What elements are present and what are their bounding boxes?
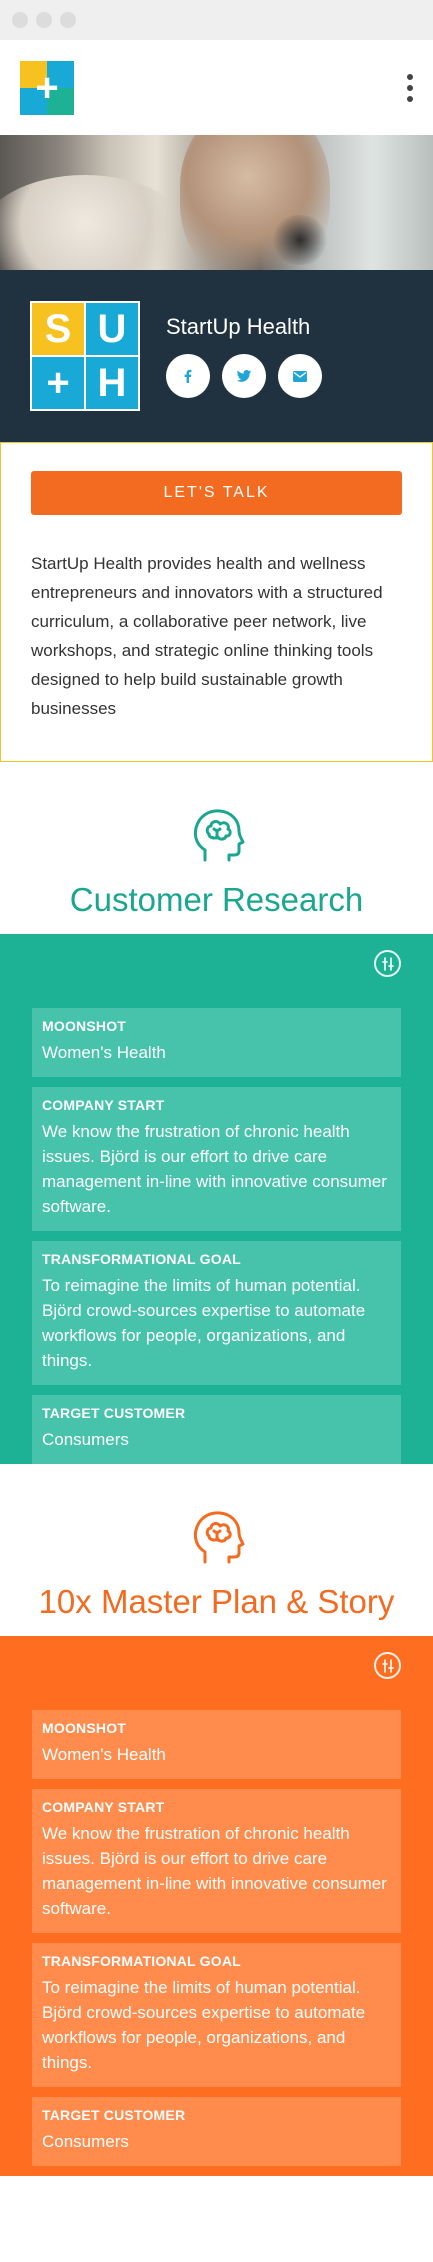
window-dot <box>12 12 28 28</box>
company-profile: S U + H StartUp Health <box>0 270 433 442</box>
card-label: TRANSFORMATIONAL GOAL <box>42 1251 241 1267</box>
card-label: TRANSFORMATIONAL GOAL <box>42 1953 241 1969</box>
hero-image <box>0 135 433 270</box>
facebook-button[interactable] <box>166 354 210 398</box>
app-screen: + S U + H StartUp Health LET'S TALK Star… <box>0 40 433 2262</box>
company-name: StartUp Health <box>166 314 311 339</box>
company-start-card: COMPANY START We know the frustration of… <box>32 1789 401 1933</box>
card-value: Consumers <box>42 1430 129 1449</box>
email-icon <box>293 370 307 382</box>
top-bar: + <box>0 40 433 135</box>
moonshot-card: MOONSHOT Women's Health <box>32 1710 401 1779</box>
lets-talk-button[interactable]: LET'S TALK <box>31 471 402 515</box>
transformational-goal-card: TRANSFORMATIONAL GOAL To reimagine the l… <box>32 1943 401 2087</box>
card-value: Women's Health <box>42 1043 166 1062</box>
company-logo: S U + H <box>30 301 140 411</box>
brain-head-icon <box>193 1511 244 1564</box>
card-value: We know the frustration of chronic healt… <box>42 1122 387 1216</box>
email-button[interactable] <box>278 354 322 398</box>
window-dot <box>60 12 76 28</box>
target-customer-card: TARGET CUSTOMER Consumers <box>32 2097 401 2166</box>
card-value: Women's Health <box>42 1745 166 1764</box>
facebook-icon <box>184 369 192 383</box>
card-value: Consumers <box>42 2132 129 2151</box>
brain-head-icon <box>193 809 244 862</box>
customer-research-panel: MOONSHOT Women's Health COMPANY START We… <box>0 934 433 1464</box>
card-label: COMPANY START <box>42 1097 165 1113</box>
sliders-icon <box>381 956 394 971</box>
section-title: Customer Research <box>69 881 364 918</box>
master-plan-panel: MOONSHOT Women's Health COMPANY START We… <box>0 1636 433 2176</box>
adjust-toggle-button[interactable] <box>374 950 401 977</box>
logo-letter: H <box>86 357 138 409</box>
plus-icon: + <box>35 65 59 110</box>
card-label: MOONSHOT <box>42 1720 127 1736</box>
adjust-toggle-button[interactable] <box>374 1652 401 1679</box>
card-value: We know the frustration of chronic healt… <box>42 1824 387 1918</box>
moonshot-card: MOONSHOT Women's Health <box>32 1008 401 1077</box>
app-logo[interactable]: + <box>20 60 74 115</box>
company-description: StartUp Health provides health and welln… <box>31 554 383 718</box>
intro-section: LET'S TALK StartUp Health provides healt… <box>0 442 433 762</box>
sliders-icon <box>381 1658 394 1673</box>
logo-letter: U <box>86 303 138 355</box>
card-label: MOONSHOT <box>42 1018 127 1034</box>
card-label: TARGET CUSTOMER <box>42 1405 186 1421</box>
card-value: To reimagine the limits of human potenti… <box>42 1276 366 1370</box>
browser-chrome <box>0 0 433 40</box>
twitter-button[interactable] <box>222 354 266 398</box>
card-value: To reimagine the limits of human potenti… <box>42 1978 366 2072</box>
kebab-menu-icon[interactable] <box>405 74 415 102</box>
company-start-card: COMPANY START We know the frustration of… <box>32 1087 401 1231</box>
logo-letter: + <box>32 357 84 409</box>
master-plan-header: 10x Master Plan & Story <box>0 1464 433 1636</box>
card-label: COMPANY START <box>42 1799 165 1815</box>
transformational-goal-card: TRANSFORMATIONAL GOAL To reimagine the l… <box>32 1241 401 1385</box>
social-links <box>166 354 322 398</box>
customer-research-header: Customer Research <box>0 762 433 934</box>
twitter-icon <box>237 370 251 382</box>
section-title: 10x Master Plan & Story <box>38 1583 395 1620</box>
window-dot <box>36 12 52 28</box>
card-label: TARGET CUSTOMER <box>42 2107 186 2123</box>
logo-letter: S <box>32 303 84 355</box>
target-customer-card: TARGET CUSTOMER Consumers <box>32 1395 401 1464</box>
